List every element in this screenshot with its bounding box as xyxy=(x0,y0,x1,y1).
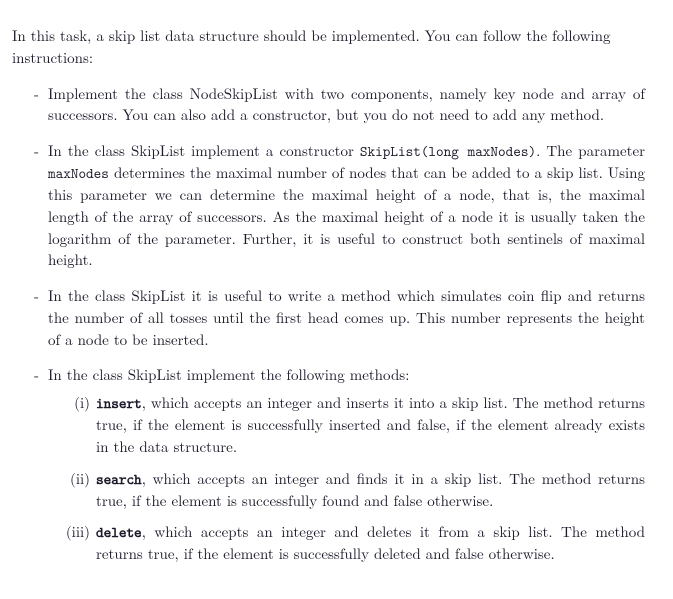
instruction-2-text-c: determines the maximal number of nodes t… xyxy=(48,162,645,270)
method-num-2: (ii) xyxy=(60,468,90,490)
instruction-3-text: In the class SkipList it is useful to wr… xyxy=(48,285,645,350)
instruction-item-3: In the class SkipList it is useful to wr… xyxy=(34,285,645,350)
intro-text: In this task, a skip list data structure… xyxy=(12,25,645,69)
instruction-4-intro: In the class SkipList implement the foll… xyxy=(48,364,409,385)
constructor-code: SkipList(long maxNodes) xyxy=(360,141,536,161)
param-code: maxNodes xyxy=(48,163,109,183)
methods-list: (i) insert, which accepts an integer and… xyxy=(66,392,645,565)
instruction-item-4: In the class SkipList implement the foll… xyxy=(34,364,645,565)
instruction-item-1: Implement the class NodeSkipList with tw… xyxy=(34,83,645,127)
method-item-search: (ii) search, which accepts an integer an… xyxy=(66,468,645,512)
method-desc-delete: , which accepts an integer and deletes i… xyxy=(96,521,645,564)
method-name-search: search xyxy=(96,469,142,489)
method-name-insert: insert xyxy=(96,393,142,413)
method-desc-search: , which accepts an integer and finds it … xyxy=(96,468,645,511)
method-item-delete: (iii) delete, which accepts an integer a… xyxy=(66,521,645,565)
instruction-2-text-b: . The parameter xyxy=(536,140,645,161)
method-desc-insert: , which accepts an integer and inserts i… xyxy=(96,392,645,457)
instruction-list: Implement the class NodeSkipList with tw… xyxy=(34,83,645,566)
instruction-1-text: Implement the class NodeSkipList with tw… xyxy=(48,83,645,126)
instruction-2-text-a: In the class SkipList implement a constr… xyxy=(48,140,360,161)
method-name-delete: delete xyxy=(96,522,142,542)
method-num-1: (i) xyxy=(60,392,90,414)
method-num-3: (iii) xyxy=(60,521,90,543)
method-item-insert: (i) insert, which accepts an integer and… xyxy=(66,392,645,458)
instruction-item-2: In the class SkipList implement a constr… xyxy=(34,140,645,271)
